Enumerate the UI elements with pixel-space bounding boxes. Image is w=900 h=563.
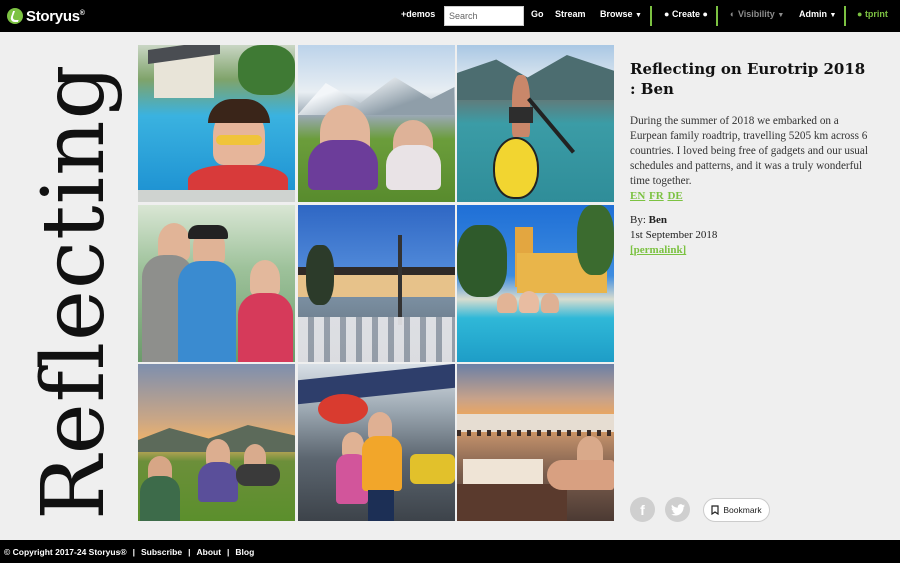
user-tprint-link[interactable]: ● tprint (857, 9, 888, 19)
chevron-down-icon: ▼ (777, 12, 785, 19)
nav-divider (716, 6, 718, 26)
vertical-story-title: Reflecting (24, 63, 124, 520)
photo-family-portrait[interactable] (138, 204, 295, 362)
browse-menu[interactable]: Browse ▼ (600, 9, 642, 19)
language-link-en[interactable]: EN (630, 190, 645, 202)
demos-link[interactable]: +demos (401, 9, 435, 19)
nav-divider (650, 6, 652, 26)
story-title: Reflecting on Eurotrip 2018 : Ben (630, 60, 866, 98)
nav-divider (844, 6, 846, 26)
twitter-share-button[interactable] (665, 497, 690, 522)
storyus-logo[interactable]: Storyus® (7, 6, 85, 26)
top-navigation-bar: Storyus® +demos Go Stream Browse ▼ ● Cre… (0, 0, 900, 32)
language-link-de[interactable]: DE (667, 190, 682, 202)
storyus-logo-icon (7, 8, 23, 24)
brand-name: Storyus® (26, 7, 85, 25)
create-menu[interactable]: ● Create ● (664, 9, 708, 19)
blog-link[interactable]: Blog (235, 547, 254, 557)
admin-menu[interactable]: Admin ▼ (799, 9, 836, 19)
author-name: Ben (648, 214, 667, 226)
facebook-icon: f (640, 501, 645, 518)
eye-icon: ◐ (730, 9, 736, 19)
visibility-menu[interactable]: ◐ Visibility ▼ (730, 9, 784, 19)
photo-boys-in-meadow[interactable] (297, 45, 455, 202)
bookmark-button[interactable]: Bookmark (703, 498, 770, 522)
story-details-panel: Reflecting on Eurotrip 2018 : Ben During… (630, 60, 870, 258)
bird-icon (670, 503, 685, 516)
bookmark-label: Bookmark (723, 505, 762, 515)
photo-paddleboarder-on-lake[interactable] (457, 45, 614, 202)
permalink-link[interactable]: [permalink] (630, 244, 686, 256)
story-date: 1st September 2018 (630, 229, 718, 241)
language-link-fr[interactable]: FR (649, 190, 664, 202)
photo-grid (138, 45, 614, 521)
photo-family-in-villa-pool[interactable] (457, 204, 614, 362)
about-link[interactable]: About (196, 547, 221, 557)
stream-link[interactable]: Stream (555, 9, 586, 19)
chevron-down-icon: ▼ (829, 12, 837, 19)
copyright-text: © Copyright 2017-24 Storyus® (4, 546, 127, 557)
story-meta: By: Ben 1st September 2018 [permalink] (630, 213, 870, 258)
language-links: EN FR DE (630, 190, 870, 202)
footer: © Copyright 2017-24 Storyus® | Subscribe… (0, 540, 900, 563)
photo-terrace-sunset[interactable] (457, 364, 614, 521)
photo-girl-in-pool[interactable] (138, 45, 295, 202)
story-description: During the summer of 2018 we embarked on… (630, 115, 868, 187)
photo-kids-airplane-museum[interactable] (297, 364, 455, 521)
chevron-down-icon: ▼ (635, 12, 642, 19)
subscribe-link[interactable]: Subscribe (141, 547, 182, 557)
facebook-share-button[interactable]: f (630, 497, 655, 522)
search-input[interactable] (444, 6, 524, 26)
search-go-button[interactable]: Go (531, 9, 544, 19)
photo-lakeside-restaurant[interactable] (297, 204, 455, 362)
bookmark-icon (711, 505, 719, 515)
author-line: By: Ben (630, 214, 667, 226)
photo-family-hillside-sunset[interactable] (138, 364, 295, 521)
